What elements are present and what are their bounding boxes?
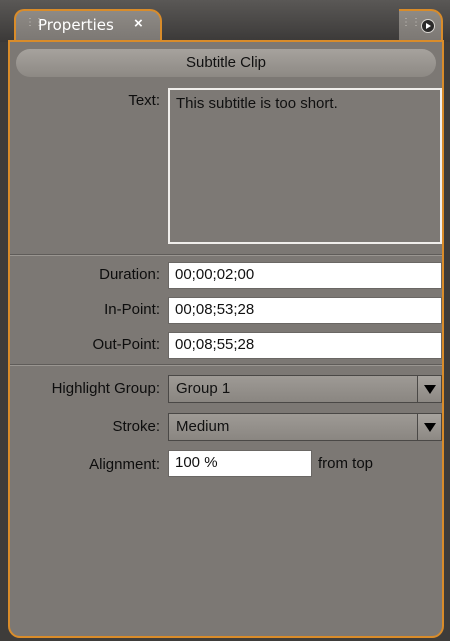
- flyout-menu-icon[interactable]: [421, 19, 435, 33]
- properties-window: ⋮⋮ Properties × ⋮⋮ Subtitle Clip Text: T…: [0, 0, 450, 641]
- tab-properties[interactable]: ⋮⋮ Properties ×: [14, 9, 162, 42]
- duration-field[interactable]: 00;00;02;00: [168, 262, 442, 289]
- stroke-label: Stroke:: [112, 418, 160, 435]
- duration-label: Duration:: [99, 266, 160, 283]
- highlight-group-label: Highlight Group:: [51, 380, 160, 397]
- dropdown-arrow-icon[interactable]: [417, 376, 441, 402]
- text-label: Text:: [128, 92, 160, 109]
- properties-panel: Subtitle Clip Text: This subtitle is too…: [8, 40, 444, 638]
- stroke-select[interactable]: Medium: [168, 413, 442, 441]
- highlight-group-select[interactable]: Group 1: [168, 375, 442, 403]
- in-point-field[interactable]: 00;08;53;28: [168, 297, 442, 324]
- highlight-group-value: Group 1: [176, 380, 231, 397]
- alignment-suffix: from top: [318, 455, 374, 472]
- section-divider: [10, 254, 442, 256]
- stroke-value: Medium: [176, 418, 230, 435]
- alignment-field[interactable]: 100 %: [168, 450, 312, 477]
- in-point-label: In-Point:: [104, 301, 160, 318]
- out-point-label: Out-Point:: [92, 336, 160, 353]
- panel-tab-bar: ⋮⋮ Properties × ⋮⋮: [0, 0, 450, 42]
- grip-icon[interactable]: ⋮⋮: [25, 18, 44, 34]
- tab-properties-label: Properties: [38, 16, 114, 34]
- panel-menu-corner: ⋮⋮: [399, 9, 443, 42]
- grip-icon[interactable]: ⋮⋮: [401, 18, 421, 28]
- dropdown-arrow-icon[interactable]: [417, 414, 441, 440]
- close-icon[interactable]: ×: [134, 15, 143, 32]
- out-point-field[interactable]: 00;08;55;28: [168, 332, 442, 359]
- section-divider: [10, 364, 442, 366]
- alignment-label: Alignment:: [89, 456, 160, 473]
- subtitle-text-area[interactable]: This subtitle is too short.: [168, 88, 442, 244]
- clip-type-header: Subtitle Clip: [16, 49, 436, 77]
